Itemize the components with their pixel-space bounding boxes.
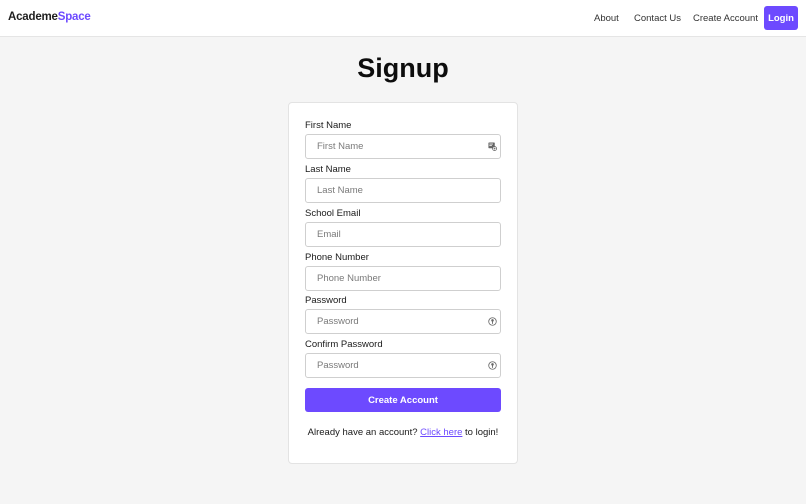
last-name-input[interactable]	[305, 178, 501, 203]
phone-number-label: Phone Number	[305, 252, 369, 263]
login-prompt-text: Already have an account?	[307, 427, 421, 438]
school-email-label: School Email	[305, 208, 361, 219]
signup-form-card: First Name Last Name School Email Phone …	[288, 102, 518, 464]
contact-card-icon[interactable]	[488, 142, 497, 151]
login-prompt: Already have an account? Click here to l…	[289, 427, 517, 438]
page-title: Signup	[357, 53, 449, 83]
school-email-input[interactable]	[305, 222, 501, 247]
create-account-button[interactable]: Create Account	[305, 388, 501, 412]
password-label: Password	[305, 295, 347, 306]
brand-name-part2: Space	[57, 11, 91, 23]
nav-link-create-account[interactable]: Create Account	[693, 13, 758, 24]
key-icon[interactable]	[488, 361, 497, 370]
password-input[interactable]	[305, 309, 501, 334]
nav-link-contact-us[interactable]: Contact Us	[634, 13, 681, 24]
confirm-password-label: Confirm Password	[305, 339, 383, 350]
brand-logo[interactable]: AcademeSpace	[8, 11, 91, 23]
brand-name-part1: Academe	[8, 11, 58, 23]
nav-link-about[interactable]: About	[594, 13, 619, 24]
login-prompt-suffix: to login!	[462, 427, 499, 438]
confirm-password-input[interactable]	[305, 353, 501, 378]
navbar: AcademeSpace About Contact Us Create Acc…	[0, 0, 806, 37]
key-icon[interactable]	[488, 317, 497, 326]
first-name-input[interactable]	[305, 134, 501, 159]
first-name-label: First Name	[305, 120, 352, 131]
login-button[interactable]: Login	[764, 6, 798, 30]
phone-number-input[interactable]	[305, 266, 501, 291]
last-name-label: Last Name	[305, 164, 351, 175]
login-link[interactable]: Click here	[420, 427, 462, 438]
